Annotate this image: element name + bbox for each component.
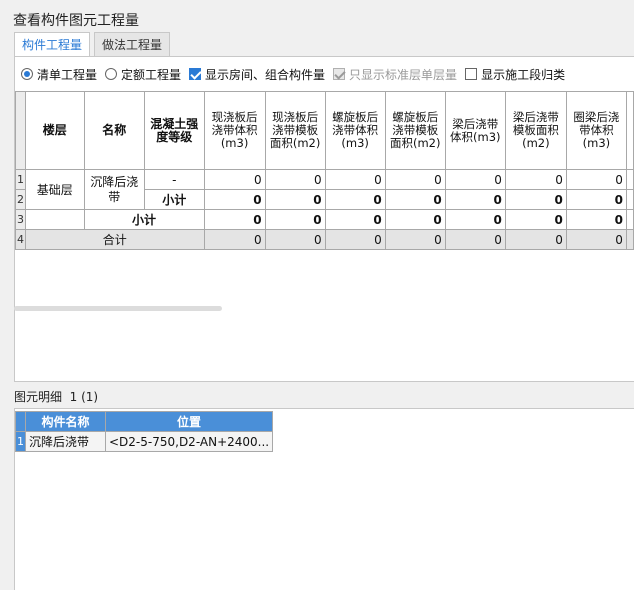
value-cell[interactable]: 0	[384, 229, 446, 250]
table-row-total[interactable]: 4 合计 0 0 0 0 0 0 0	[15, 229, 634, 250]
value-cell[interactable]: 0	[324, 189, 386, 210]
dialog-title: 查看构件图元工程量	[13, 13, 139, 29]
detail-header-position[interactable]: 位置	[104, 411, 274, 432]
detail-row-number: 1	[15, 431, 26, 452]
value-cell[interactable]: 0	[444, 229, 506, 250]
tab-bar: 构件工程量 做法工程量	[14, 32, 174, 56]
value-cell[interactable]: 0	[565, 169, 627, 190]
detail-panel: 构件名称 位置 1 沉降后浇带 <D2-5-750,D2-AN+2400...	[14, 408, 634, 590]
quantity-panel: 清单工程量 定额工程量 显示房间、组合构件量 只显示标准层单层量 显示施工段归类	[14, 56, 634, 382]
value-cell[interactable]: 0	[264, 189, 326, 210]
horizontal-scrollbar[interactable]	[14, 306, 222, 311]
total-cell[interactable]: 合计	[25, 229, 205, 250]
table-row[interactable]: 1 基础层 沉降后浇带 - 0 0 0 0 0 0 0	[15, 169, 634, 210]
floor-cell-continued[interactable]	[25, 209, 85, 230]
header-floor[interactable]: 楼层	[25, 91, 85, 170]
floor-cell[interactable]: 基础层	[25, 169, 85, 210]
grade-cell[interactable]: -	[144, 169, 205, 190]
detail-title: 图元明细	[14, 390, 63, 404]
value-cell[interactable]: 0	[324, 209, 386, 230]
value-cell[interactable]: 0	[203, 169, 266, 190]
radio-qd-label: 清单工程量	[37, 67, 98, 82]
value-cell[interactable]: 0	[565, 229, 627, 250]
checkbox-disabled-icon	[333, 68, 346, 80]
value-cell[interactable]: 0	[444, 169, 506, 190]
value-cell[interactable]: 0	[384, 189, 446, 210]
row-number: 3	[15, 209, 26, 230]
row-number: 1	[15, 169, 26, 190]
value-cell[interactable]: 0	[444, 209, 506, 230]
header-c4[interactable]: 螺旋板后浇带模板面积(m2)	[384, 91, 446, 170]
detail-section-label: 图元明细 1 (1)	[14, 388, 98, 405]
value-cell[interactable]: 0	[384, 209, 446, 230]
subtotal-cell[interactable]: 小计	[83, 209, 205, 230]
value-cell[interactable]: 0	[264, 169, 326, 190]
header-overflow	[625, 91, 634, 170]
detail-header-row: 构件名称 位置	[15, 411, 274, 432]
corner-cell	[15, 91, 26, 170]
value-cell[interactable]: 0	[324, 169, 386, 190]
header-c3[interactable]: 螺旋板后浇带体积(m3)	[324, 91, 386, 170]
checkbox-show-room[interactable]: 显示房间、组合构件量	[189, 66, 325, 83]
header-c1[interactable]: 现浇板后浇带体积(m3)	[203, 91, 266, 170]
subtotal-cell[interactable]: 小计	[144, 189, 205, 210]
overflow-cell	[625, 189, 634, 210]
detail-row[interactable]: 1 沉降后浇带 <D2-5-750,D2-AN+2400...	[15, 431, 274, 452]
radio-qd-quantity[interactable]: 清单工程量	[21, 66, 97, 83]
checkbox-unchecked-icon[interactable]	[465, 68, 478, 80]
detail-header-name[interactable]: 构件名称	[25, 411, 106, 432]
value-cell[interactable]: 0	[264, 209, 326, 230]
tab-method-quantity[interactable]: 做法工程量	[94, 32, 171, 56]
header-c6[interactable]: 梁后浇带模板面积(m2)	[504, 91, 567, 170]
checkbox-std-floor: 只显示标准层单层量	[333, 66, 457, 83]
overflow-cell	[625, 169, 634, 190]
value-cell[interactable]: 0	[565, 209, 627, 230]
value-cell[interactable]: 0	[565, 189, 627, 210]
detail-table: 构件名称 位置 1 沉降后浇带 <D2-5-750,D2-AN+2400...	[15, 411, 274, 452]
value-cell[interactable]: 0	[384, 169, 446, 190]
radio-selected-icon[interactable]	[21, 68, 33, 80]
value-cell[interactable]: 0	[203, 189, 266, 210]
header-c2[interactable]: 现浇板后浇带模板面积(m2)	[264, 91, 326, 170]
checkbox-std-floor-label: 只显示标准层单层量	[349, 67, 458, 82]
value-cell[interactable]: 0	[504, 169, 567, 190]
header-grade[interactable]: 混凝土强度等级	[144, 91, 205, 170]
value-cell[interactable]: 0	[504, 209, 567, 230]
value-cell[interactable]: 0	[504, 189, 567, 210]
detail-count: 1 (1)	[69, 390, 99, 404]
value-cell[interactable]: 0	[203, 229, 266, 250]
checkbox-show-room-label: 显示房间、组合构件量	[205, 67, 326, 82]
header-c7[interactable]: 圈梁后浇带体积(m3)	[565, 91, 627, 170]
detail-name-cell[interactable]: 沉降后浇带	[25, 431, 106, 452]
value-cell[interactable]: 0	[504, 229, 567, 250]
quantity-dialog: 查看构件图元工程量 构件工程量 做法工程量 清单工程量 定额工程量 显示房间、组…	[0, 0, 634, 590]
options-bar: 清单工程量 定额工程量 显示房间、组合构件量 只显示标准层单层量 显示施工段归类	[21, 66, 573, 82]
tab-component-quantity[interactable]: 构件工程量	[14, 32, 91, 56]
header-name[interactable]: 名称	[83, 91, 146, 170]
quantity-table: 楼层 名称 混凝土强度等级 现浇板后浇带体积(m3) 现浇板后浇带模板面积(m2…	[15, 91, 634, 250]
overflow-cell	[625, 229, 634, 250]
checkbox-checked-icon[interactable]	[189, 68, 202, 80]
header-c5[interactable]: 梁后浇带体积(m3)	[444, 91, 506, 170]
detail-position-cell[interactable]: <D2-5-750,D2-AN+2400...	[104, 431, 274, 452]
checkbox-construction-label: 显示施工段归类	[481, 67, 566, 82]
value-cell[interactable]: 0	[203, 209, 266, 230]
value-cell[interactable]: 0	[444, 189, 506, 210]
row-number: 4	[15, 229, 26, 250]
table-header-row: 楼层 名称 混凝土强度等级 现浇板后浇带体积(m3) 现浇板后浇带模板面积(m2…	[15, 91, 634, 170]
row-number: 2	[15, 189, 26, 210]
value-cell[interactable]: 0	[324, 229, 386, 250]
value-cell[interactable]: 0	[264, 229, 326, 250]
radio-unselected-icon[interactable]	[105, 68, 118, 80]
name-cell[interactable]: 沉降后浇带	[83, 169, 146, 210]
table-row[interactable]: 3 小计 0 0 0 0 0 0 0	[15, 209, 634, 230]
checkbox-construction-segment[interactable]: 显示施工段归类	[465, 66, 565, 83]
overflow-cell	[625, 209, 634, 230]
radio-de-quantity[interactable]: 定额工程量	[105, 66, 181, 83]
detail-corner	[15, 411, 26, 432]
radio-de-label: 定额工程量	[121, 67, 182, 82]
